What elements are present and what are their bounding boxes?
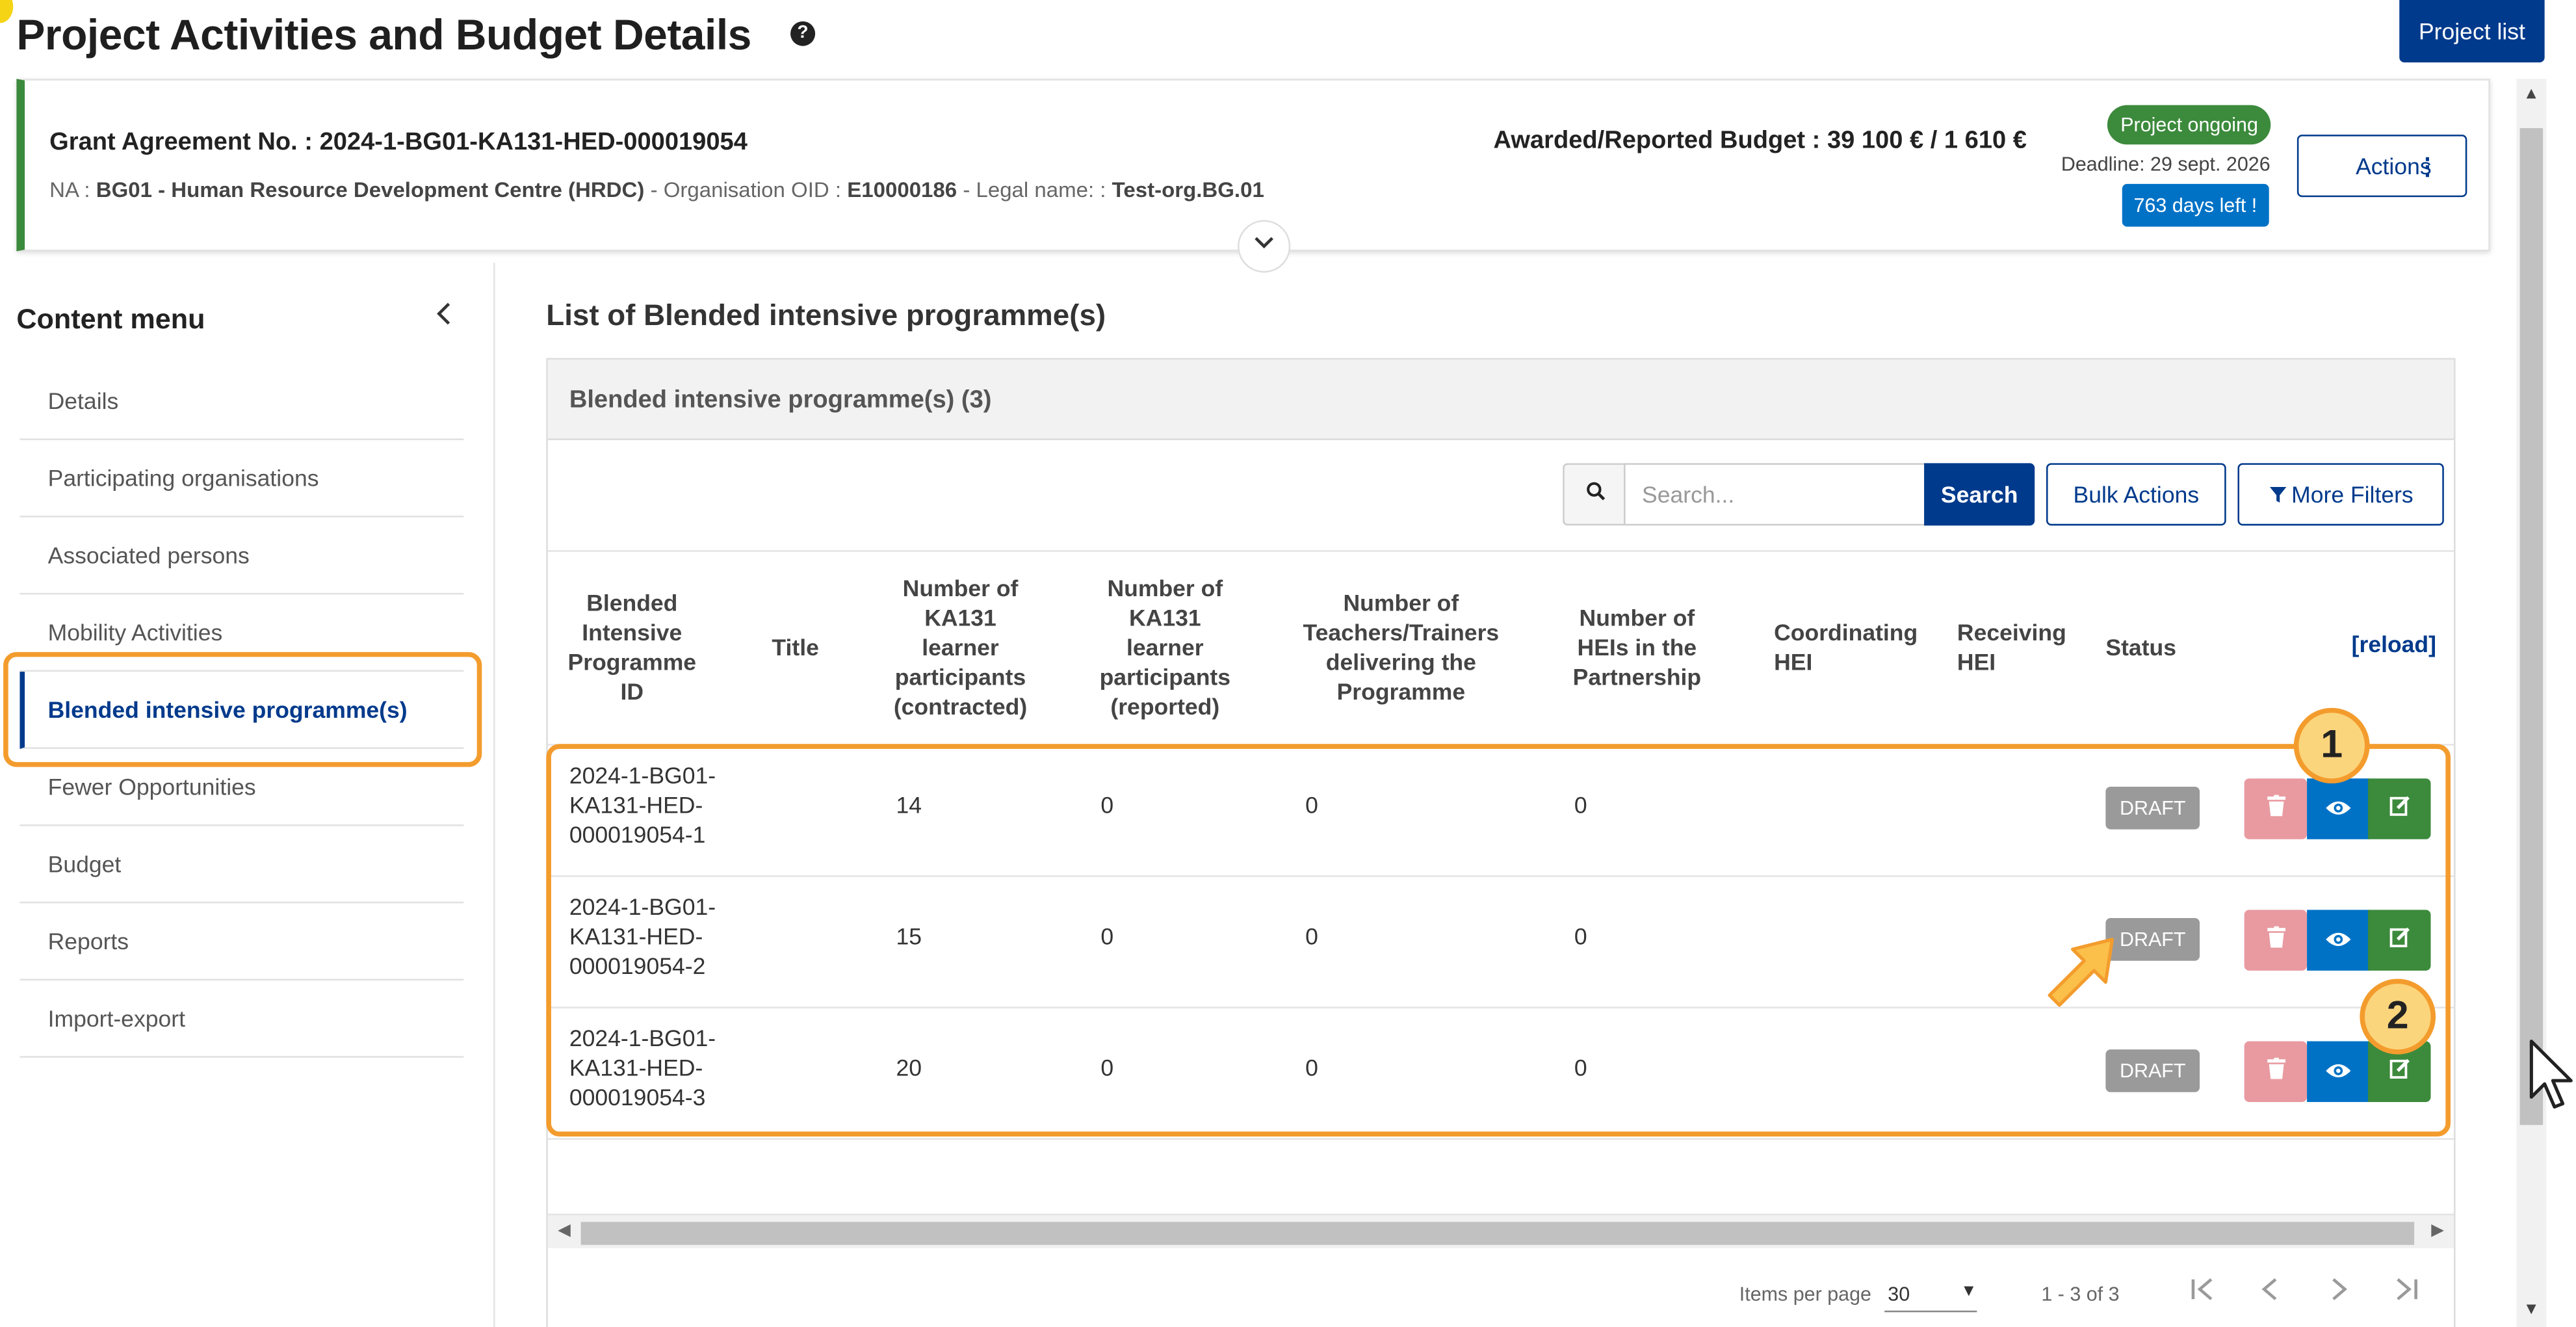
na-prefix: NA : — [49, 177, 90, 202]
next-page-icon[interactable] — [2325, 1276, 2352, 1311]
column-header-contracted[interactable]: Number of KA131 learner participants (co… — [886, 573, 1034, 721]
filter-icon — [2269, 486, 2286, 503]
column-header-reported[interactable]: Number of KA131 learner participants (re… — [1091, 573, 1239, 721]
items-per-page-label: Items per page — [1739, 1282, 1872, 1306]
scroll-down-icon[interactable]: ▼ — [2523, 1301, 2540, 1319]
oid-prefix: - Organisation OID : — [650, 177, 842, 202]
grant-summary-card: Grant Agreement No. : 2024-1-BG01-KA131-… — [16, 79, 2490, 273]
search-input[interactable] — [1624, 463, 1926, 526]
horizontal-scrollbar[interactable]: ◀ ▶ — [547, 1213, 2454, 1248]
step-callout-2: 2 — [2360, 979, 2436, 1055]
scroll-left-icon[interactable]: ◀ — [558, 1222, 571, 1240]
search-button[interactable]: Search — [1924, 463, 2035, 526]
days-left-badge: 763 days left ! — [2122, 183, 2269, 227]
legal-value: Test-org.BG.01 — [1112, 177, 1264, 202]
project-status-badge: Project ongoing — [2107, 105, 2272, 145]
column-header-title[interactable]: Title — [746, 633, 844, 662]
items-per-page-value: 30 — [1888, 1282, 1910, 1306]
items-per-page-select[interactable]: 30 ▼ — [1884, 1276, 1977, 1313]
last-page-icon[interactable] — [2393, 1276, 2419, 1311]
list-title: List of Blended intensive programme(s) — [546, 298, 1106, 332]
pagination-range: 1 - 3 of 3 — [2041, 1282, 2120, 1306]
na-value: BG01 - Human Resource Development Centre… — [96, 177, 645, 202]
kebab-icon: ⋮ — [2415, 152, 2439, 179]
rows-highlight-box — [546, 744, 2451, 1136]
scroll-right-icon[interactable]: ▶ — [2431, 1222, 2444, 1240]
sidebar-title: Content menu — [16, 304, 205, 335]
budget-summary: Awarded/Reported Budget : 39 100 € / 1 6… — [1493, 126, 2027, 155]
column-header-teachers[interactable]: Number of Teachers/Trainers delivering t… — [1294, 588, 1508, 706]
sidebar-item-import-export[interactable]: Import-export — [20, 980, 464, 1058]
bulk-actions-button[interactable]: Bulk Actions — [2046, 463, 2226, 526]
column-header-status[interactable]: Status — [2105, 633, 2204, 662]
page-title: Project Activities and Budget Details — [16, 10, 751, 59]
sidebar-item-participating-organisations[interactable]: Participating organisations — [20, 440, 464, 518]
project-list-button[interactable]: Project list — [2399, 0, 2545, 62]
reload-link[interactable]: [reload] — [2352, 631, 2436, 657]
legal-prefix: - Legal name: : — [963, 177, 1106, 202]
actions-button[interactable]: Actions ⋮ — [2296, 135, 2467, 198]
panel-header-title: Blended intensive programme(s) (3) — [569, 386, 992, 414]
panel-header: Blended intensive programme(s) (3) — [547, 360, 2454, 440]
table-header: Blended Intensive Programme ID Title Num… — [547, 550, 2454, 746]
column-header-coordinating[interactable]: Coordinating HEI — [1774, 618, 1939, 677]
vertical-scrollbar[interactable]: ▲ ▼ — [2516, 79, 2547, 1327]
column-header-receiving[interactable]: Receiving HEI — [1957, 618, 2073, 677]
chevron-left-icon[interactable] — [432, 299, 456, 337]
step-callout-1: 1 — [2293, 707, 2370, 783]
search-icon — [1563, 463, 1626, 526]
more-filters-label: More Filters — [2291, 481, 2413, 508]
page-root: Project Activities and Budget Details ? … — [0, 0, 2576, 1327]
chevron-down-icon[interactable] — [1238, 220, 1291, 273]
sidebar-highlight-box — [3, 651, 482, 767]
help-icon[interactable]: ? — [790, 21, 816, 46]
pointer-arrow-icon — [2048, 938, 2114, 1007]
pagination: Items per page 30 ▼ 1 - 3 of 3 — [548, 1267, 2454, 1327]
organisation-line: NA : BG01 - Human Resource Development C… — [49, 177, 1264, 202]
sidebar-item-reports[interactable]: Reports — [20, 903, 464, 981]
sidebar-item-associated-persons[interactable]: Associated persons — [20, 518, 464, 595]
previous-page-icon[interactable] — [2257, 1276, 2284, 1311]
sidebar-item-budget[interactable]: Budget — [20, 826, 464, 904]
yellow-marker — [0, 0, 14, 23]
grant-agreement-number: Grant Agreement No. : 2024-1-BG01-KA131-… — [49, 128, 748, 156]
first-page-icon[interactable] — [2190, 1276, 2217, 1311]
mouse-cursor-icon — [2529, 1039, 2573, 1109]
sidebar-item-details[interactable]: Details — [20, 363, 464, 440]
more-filters-button[interactable]: More Filters — [2237, 463, 2444, 526]
oid-value: E10000186 — [847, 177, 957, 202]
deadline-text: Deadline: 29 sept. 2026 — [2061, 152, 2270, 176]
caret-down-icon: ▼ — [1960, 1282, 1977, 1301]
horizontal-scroll-thumb[interactable] — [580, 1222, 2415, 1245]
scroll-up-icon[interactable]: ▲ — [2523, 85, 2540, 103]
vertical-scroll-thumb[interactable] — [2519, 128, 2543, 1125]
content-menu-sidebar: Content menu Details Participating organ… — [0, 263, 495, 1327]
column-header-heis[interactable]: Number of HEIs in the Partnership — [1554, 603, 1719, 691]
column-header-id[interactable]: Blended Intensive Programme ID — [564, 588, 699, 706]
